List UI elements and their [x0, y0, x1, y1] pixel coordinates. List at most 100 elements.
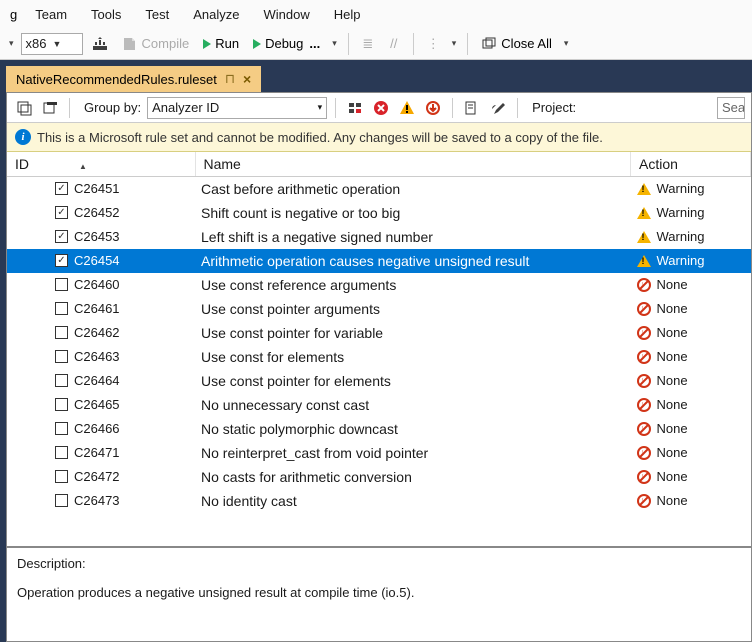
rule-id: C26465: [74, 397, 120, 412]
rule-checkbox[interactable]: [55, 422, 68, 435]
rule-id: C26466: [74, 421, 120, 436]
none-icon: [637, 350, 651, 364]
rule-name: Use const pointer for variable: [195, 321, 631, 345]
rule-row[interactable]: C26460Use const reference argumentsNone: [7, 273, 751, 297]
settings-button[interactable]: [487, 97, 509, 119]
rule-checkbox[interactable]: [55, 374, 68, 387]
none-icon: [637, 470, 651, 484]
rule-checkbox[interactable]: ✓: [55, 206, 68, 219]
info-icon: i: [15, 129, 31, 145]
rule-row[interactable]: C26463Use const for elementsNone: [7, 345, 751, 369]
rule-action: Warning: [657, 253, 705, 268]
collapse-all-button[interactable]: [39, 97, 61, 119]
rule-action: Warning: [657, 229, 705, 244]
column-action[interactable]: Action: [631, 152, 751, 177]
separator: [69, 98, 70, 118]
info-bar: i This is a Microsoft rule set and canno…: [7, 123, 751, 152]
menu-help[interactable]: Help: [322, 3, 373, 26]
rule-checkbox[interactable]: [55, 302, 68, 315]
menu-tools[interactable]: Tools: [79, 3, 133, 26]
rule-id: C26471: [74, 445, 120, 460]
toolbar-overflow-3[interactable]: ▾: [561, 38, 572, 49]
menu-window[interactable]: Window: [251, 3, 321, 26]
search-input[interactable]: Sea: [717, 97, 745, 119]
build-button[interactable]: [87, 33, 113, 55]
rule-name: Use const pointer arguments: [195, 297, 631, 321]
group-by-dropdown[interactable]: Analyzer ID ▾: [147, 97, 327, 119]
rule-checkbox[interactable]: [55, 350, 68, 363]
warning-icon: [637, 255, 651, 267]
filter-button[interactable]: [344, 97, 366, 119]
menu-team[interactable]: Team: [23, 3, 79, 26]
column-id[interactable]: ID: [7, 152, 195, 177]
rule-row[interactable]: C26465No unnecessary const castNone: [7, 393, 751, 417]
rule-row[interactable]: C26466No static polymorphic downcastNone: [7, 417, 751, 441]
rule-checkbox[interactable]: ✓: [55, 182, 68, 195]
none-icon: [637, 302, 651, 316]
build-icon: [92, 36, 108, 52]
rule-row[interactable]: C26471No reinterpret_cast from void poin…: [7, 441, 751, 465]
close-icon[interactable]: ×: [243, 71, 251, 87]
pin-icon[interactable]: ⊓: [225, 71, 235, 87]
rule-name: No static polymorphic downcast: [195, 417, 631, 441]
rule-checkbox[interactable]: [55, 278, 68, 291]
platform-combo[interactable]: x86 ▼: [21, 33, 83, 55]
none-filter-button[interactable]: [422, 97, 444, 119]
document-tab[interactable]: NativeRecommendedRules.ruleset ⊓ ×: [6, 66, 261, 92]
debug-button[interactable]: Debug ...: [248, 33, 325, 55]
expand-all-button[interactable]: [13, 97, 35, 119]
error-filter-button[interactable]: [370, 97, 392, 119]
tab-title: NativeRecommendedRules.ruleset: [16, 72, 217, 87]
rule-row[interactable]: ✓C26453Left shift is a negative signed n…: [7, 225, 751, 249]
rule-action: Warning: [657, 205, 705, 220]
indent-button: ≣: [357, 33, 379, 55]
none-icon: [637, 374, 651, 388]
rule-action: None: [657, 349, 688, 364]
rule-action: None: [657, 397, 688, 412]
rule-checkbox[interactable]: [55, 494, 68, 507]
rule-checkbox[interactable]: [55, 446, 68, 459]
rule-row[interactable]: C26462Use const pointer for variableNone: [7, 321, 751, 345]
rule-row[interactable]: C26473No identity castNone: [7, 489, 751, 513]
rule-checkbox[interactable]: [55, 398, 68, 411]
rule-checkbox[interactable]: ✓: [55, 254, 68, 267]
play-outline-icon: [253, 39, 261, 49]
none-icon: [637, 398, 651, 412]
properties-button[interactable]: [461, 97, 483, 119]
rule-action: None: [657, 277, 688, 292]
rules-grid[interactable]: ID Name Action ✓C26451Cast before arithm…: [7, 152, 751, 546]
rule-row[interactable]: C26472No casts for arithmetic conversion…: [7, 465, 751, 489]
rule-id: C26473: [74, 493, 120, 508]
rule-row[interactable]: C26464Use const pointer for elementsNone: [7, 369, 751, 393]
none-icon: [637, 446, 651, 460]
description-body: Operation produces a negative unsigned r…: [17, 585, 741, 600]
rule-id: C26451: [74, 181, 120, 196]
rule-checkbox[interactable]: [55, 326, 68, 339]
toolbar-overflow-2[interactable]: ▾: [449, 38, 460, 49]
close-all-button[interactable]: Close All: [476, 33, 557, 55]
separator: [348, 33, 349, 55]
menubar: g Team Tools Test Analyze Window Help: [0, 0, 752, 28]
toolbar-overflow-left[interactable]: ▾: [6, 38, 17, 49]
run-button[interactable]: Run: [198, 33, 244, 55]
rule-row[interactable]: ✓C26454Arithmetic operation causes negat…: [7, 249, 751, 273]
menu-test[interactable]: Test: [133, 3, 181, 26]
rule-row[interactable]: ✓C26452Shift count is negative or too bi…: [7, 201, 751, 225]
warning-icon: [637, 231, 651, 243]
toolbar-overflow-1[interactable]: ▾: [329, 38, 340, 49]
group-by-value: Analyzer ID: [152, 100, 317, 115]
rule-action: Warning: [657, 181, 705, 196]
rule-checkbox[interactable]: ✓: [55, 230, 68, 243]
none-icon: [637, 494, 651, 508]
menu-analyze[interactable]: Analyze: [181, 3, 251, 26]
warning-icon: [637, 207, 651, 219]
rule-checkbox[interactable]: [55, 470, 68, 483]
project-label: Project:: [526, 100, 578, 115]
platform-value: x86: [26, 36, 47, 51]
rule-row[interactable]: C26461Use const pointer argumentsNone: [7, 297, 751, 321]
rule-row[interactable]: ✓C26451Cast before arithmetic operationW…: [7, 177, 751, 201]
document-well: NativeRecommendedRules.ruleset ⊓ × Group…: [0, 60, 752, 642]
warning-filter-button[interactable]: [396, 97, 418, 119]
column-name[interactable]: Name: [195, 152, 631, 177]
separator: [452, 98, 453, 118]
